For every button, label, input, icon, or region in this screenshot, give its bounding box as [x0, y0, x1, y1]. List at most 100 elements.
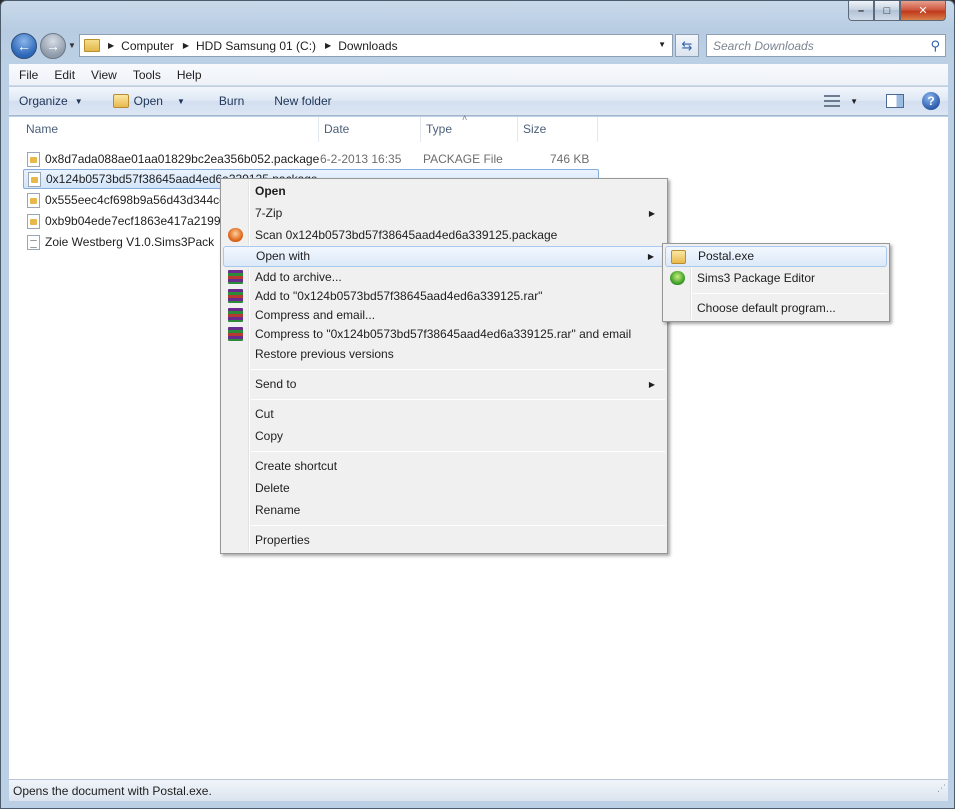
- new-folder-button[interactable]: New folder: [274, 94, 331, 108]
- menu-item-restore[interactable]: Restore previous versions: [223, 344, 665, 365]
- context-menu: Open 7-Zip ▶ Scan 0x124b0573bd57f38645aad…: [220, 178, 668, 554]
- sims3pack-file-icon: [27, 234, 40, 250]
- file-type: PACKAGE File: [423, 152, 503, 166]
- postal-app-icon: [671, 250, 686, 264]
- file-row[interactable]: 0xb9b04ede7ecf1863e417a219922: [23, 211, 234, 231]
- column-name[interactable]: Name: [21, 117, 319, 142]
- minimize-button[interactable]: –: [848, 1, 874, 21]
- chevron-down-icon[interactable]: ▼: [850, 97, 858, 106]
- recent-pages-dropdown[interactable]: ▼: [68, 41, 76, 50]
- winrar-icon: [228, 289, 243, 303]
- package-file-icon: [27, 151, 40, 167]
- submenu-arrow-icon: ▶: [647, 252, 654, 261]
- menu-item-postal[interactable]: Postal.exe: [665, 246, 887, 267]
- search-placeholder: Search Downloads: [713, 38, 814, 53]
- menu-item-cut[interactable]: Cut: [223, 404, 665, 425]
- refresh-button[interactable]: ⇆: [675, 34, 699, 57]
- command-bar: Organize ▼ Open ▼ Burn New folder ▼ ?: [9, 87, 948, 116]
- open-icon: [112, 94, 129, 108]
- menu-item-open[interactable]: Open: [223, 181, 665, 202]
- package-file-icon: [27, 213, 40, 229]
- search-input[interactable]: Search Downloads ⚲: [706, 34, 946, 57]
- menu-separator: [251, 451, 665, 452]
- menu-item-sims3-editor[interactable]: Sims3 Package Editor: [665, 268, 887, 289]
- file-row[interactable]: 0x8d7ada088ae01aa01829bc2ea356b052.packa…: [23, 149, 599, 169]
- menu-item-label: Sims3 Package Editor: [697, 271, 816, 285]
- caption-buttons: – □ ✕: [848, 1, 946, 21]
- status-text: Opens the document with Postal.exe.: [13, 784, 212, 798]
- menu-item-open-with[interactable]: Open with ▶: [223, 246, 665, 267]
- column-date[interactable]: Date: [319, 117, 421, 142]
- menu-item-compress-rar-email[interactable]: Compress to "0x124b0573bd57f38645aad4ed6…: [223, 324, 665, 345]
- maximize-button[interactable]: □: [874, 1, 900, 21]
- menu-item-add-archive[interactable]: Add to archive...: [223, 267, 665, 288]
- column-size[interactable]: Size: [518, 117, 598, 142]
- search-icon[interactable]: ⚲: [930, 38, 940, 54]
- menu-item-label: Add to "0x124b0573bd57f38645aad4ed6a3391…: [255, 289, 543, 303]
- menu-view[interactable]: View: [83, 68, 125, 82]
- menu-item-add-rar[interactable]: Add to "0x124b0573bd57f38645aad4ed6a3391…: [223, 286, 665, 307]
- file-date: 6-2-2013 16:35: [320, 152, 402, 166]
- forward-button[interactable]: →: [40, 33, 66, 59]
- address-bar[interactable]: ▶ Computer ▶ HDD Samsung 01 (C:) ▶ Downl…: [79, 34, 673, 57]
- chevron-down-icon: ▼: [74, 96, 83, 106]
- chevron-right-icon[interactable]: ▶: [325, 41, 331, 50]
- menu-separator: [251, 399, 665, 400]
- help-icon[interactable]: ?: [922, 92, 940, 110]
- menu-item-label: Postal.exe: [698, 249, 755, 263]
- forward-arrow-icon: →: [46, 38, 60, 54]
- column-type[interactable]: Type: [421, 117, 518, 142]
- open-button[interactable]: Open ▼: [112, 94, 185, 108]
- organize-button[interactable]: Organize ▼: [19, 94, 83, 108]
- sort-ascending-icon: ˄: [462, 113, 468, 123]
- status-bar: Opens the document with Postal.exe. ⋰: [9, 779, 948, 801]
- menu-bar: File Edit View Tools Help: [9, 64, 948, 86]
- file-name: 0x555eec4cf698b9a56d43d344ce2: [45, 193, 233, 207]
- burn-button[interactable]: Burn: [219, 94, 244, 108]
- chevron-down-icon[interactable]: ▼: [658, 40, 666, 49]
- menu-tools[interactable]: Tools: [125, 68, 169, 82]
- change-view-icon[interactable]: [824, 95, 841, 107]
- chevron-right-icon[interactable]: ▶: [183, 41, 189, 50]
- winrar-icon: [228, 308, 243, 322]
- file-name: 0x8d7ada088ae01aa01829bc2ea356b052.packa…: [45, 152, 320, 166]
- file-name: 0xb9b04ede7ecf1863e417a219922: [45, 214, 234, 228]
- back-arrow-icon: ←: [17, 38, 31, 54]
- menu-item-copy[interactable]: Copy: [223, 426, 665, 447]
- breadcrumb-drive[interactable]: HDD Samsung 01 (C:): [196, 39, 316, 53]
- menu-item-choose-default[interactable]: Choose default program...: [665, 298, 887, 319]
- menu-item-delete[interactable]: Delete: [223, 478, 665, 499]
- winrar-icon: [228, 270, 243, 284]
- menu-item-label: Add to archive...: [255, 270, 342, 284]
- menu-item-send-to[interactable]: Send to ▶: [223, 374, 665, 395]
- menu-separator: [251, 525, 665, 526]
- menu-item-rename[interactable]: Rename: [223, 500, 665, 521]
- chevron-down-icon[interactable]: ▼: [177, 97, 185, 106]
- breadcrumb-computer[interactable]: Computer: [121, 39, 174, 53]
- package-file-icon: [27, 192, 40, 208]
- file-name: Zoie Westberg V1.0.Sims3Pack: [45, 235, 215, 249]
- preview-pane-icon[interactable]: [886, 94, 904, 108]
- menu-item-7zip[interactable]: 7-Zip ▶: [223, 203, 665, 224]
- file-row[interactable]: Zoie Westberg V1.0.Sims3Pack: [23, 232, 214, 252]
- folder-icon: [84, 39, 100, 52]
- refresh-icon: ⇆: [681, 37, 693, 53]
- menu-item-scan[interactable]: Scan 0x124b0573bd57f38645aad4ed6a339125.…: [223, 225, 665, 246]
- sims3-editor-icon: [670, 271, 685, 285]
- menu-item-label: Scan 0x124b0573bd57f38645aad4ed6a339125.…: [255, 228, 558, 242]
- menu-item-label: Compress to "0x124b0573bd57f38645aad4ed6…: [255, 327, 632, 341]
- back-button[interactable]: ←: [11, 33, 37, 59]
- menu-file[interactable]: File: [11, 68, 46, 82]
- menu-item-create-shortcut[interactable]: Create shortcut: [223, 456, 665, 477]
- breadcrumb-downloads[interactable]: Downloads: [338, 39, 397, 53]
- file-size: 746 KB: [550, 152, 590, 166]
- menu-item-label: 7-Zip: [255, 206, 283, 220]
- menu-item-compress-email[interactable]: Compress and email...: [223, 305, 665, 326]
- close-button[interactable]: ✕: [900, 1, 946, 21]
- resize-grip-icon[interactable]: ⋰: [937, 777, 946, 799]
- chevron-right-icon[interactable]: ▶: [108, 41, 114, 50]
- menu-help[interactable]: Help: [169, 68, 210, 82]
- file-row[interactable]: 0x555eec4cf698b9a56d43d344ce2: [23, 190, 233, 210]
- menu-edit[interactable]: Edit: [46, 68, 83, 82]
- menu-item-properties[interactable]: Properties: [223, 530, 665, 551]
